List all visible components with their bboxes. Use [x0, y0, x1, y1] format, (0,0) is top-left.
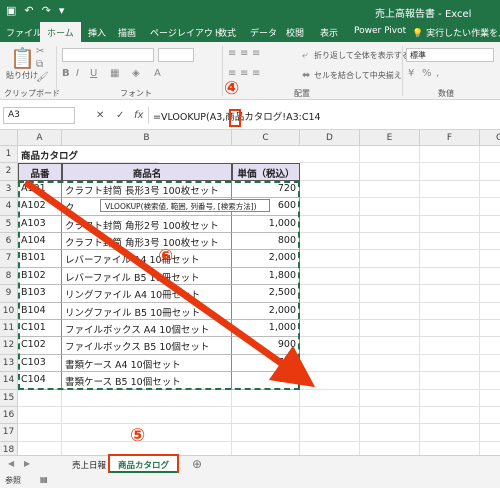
callout-4: ④: [224, 78, 240, 99]
callout-6: ⑥: [158, 246, 174, 267]
annotation-overlay: [24, 109, 316, 388]
comma-highlight: [229, 109, 241, 127]
selection-arrow: [24, 180, 316, 388]
callout-5: ⑤: [130, 425, 146, 446]
